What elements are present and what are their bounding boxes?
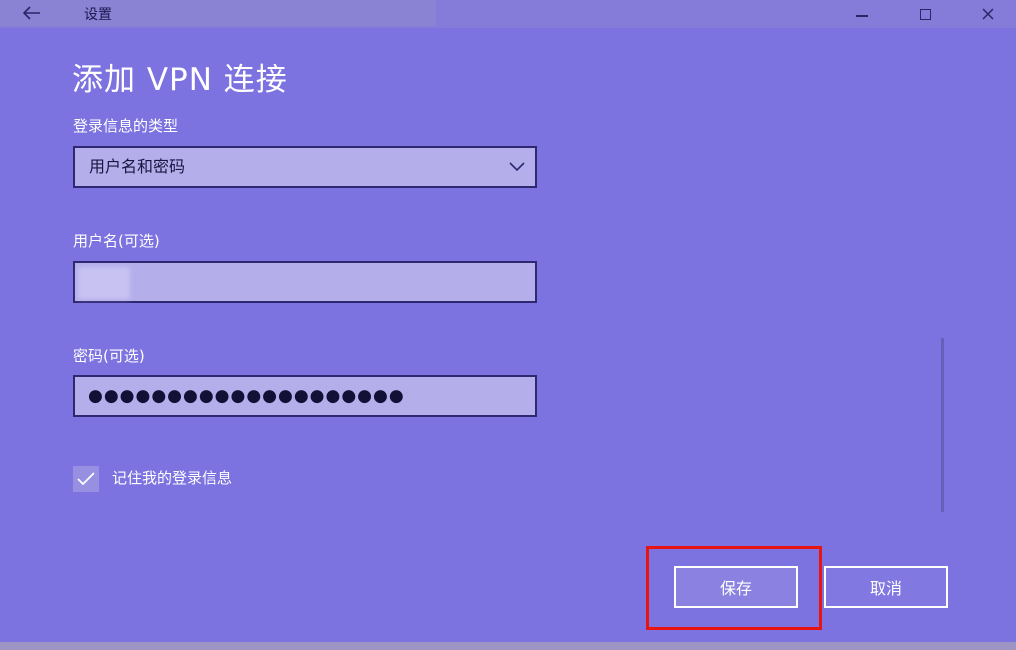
close-icon	[982, 8, 994, 20]
close-button[interactable]	[965, 0, 1011, 28]
checkmark-icon	[77, 472, 95, 486]
username-redacted-blur	[78, 267, 130, 299]
cancel-button[interactable]: 取消	[824, 566, 948, 608]
remember-label: 记住我的登录信息	[112, 469, 233, 487]
username-label: 用户名(可选)	[73, 232, 160, 250]
username-input[interactable]	[73, 261, 537, 303]
title-bar: 设置	[0, 0, 1016, 28]
back-arrow-glyph	[22, 6, 40, 20]
scrollbar[interactable]	[941, 338, 944, 512]
password-label: 密码(可选)	[73, 347, 145, 365]
app-title: 设置	[84, 7, 112, 23]
bottom-strip	[0, 642, 1016, 650]
page-title: 添加 VPN 连接	[72, 62, 288, 98]
maximize-button[interactable]	[902, 0, 948, 28]
remember-checkbox[interactable]	[73, 466, 99, 492]
chevron-down-icon	[509, 162, 525, 172]
password-input[interactable]	[73, 375, 537, 417]
signin-type-dropdown[interactable]: 用户名和密码	[73, 146, 537, 188]
maximize-icon	[919, 8, 931, 20]
signin-type-label: 登录信息的类型	[73, 117, 179, 135]
back-arrow-icon[interactable]	[16, 4, 48, 26]
signin-type-value: 用户名和密码	[89, 157, 186, 176]
minimize-icon	[856, 15, 868, 17]
save-button[interactable]: 保存	[674, 566, 798, 608]
title-bar-strip	[0, 0, 436, 26]
minimize-button[interactable]	[839, 0, 885, 28]
